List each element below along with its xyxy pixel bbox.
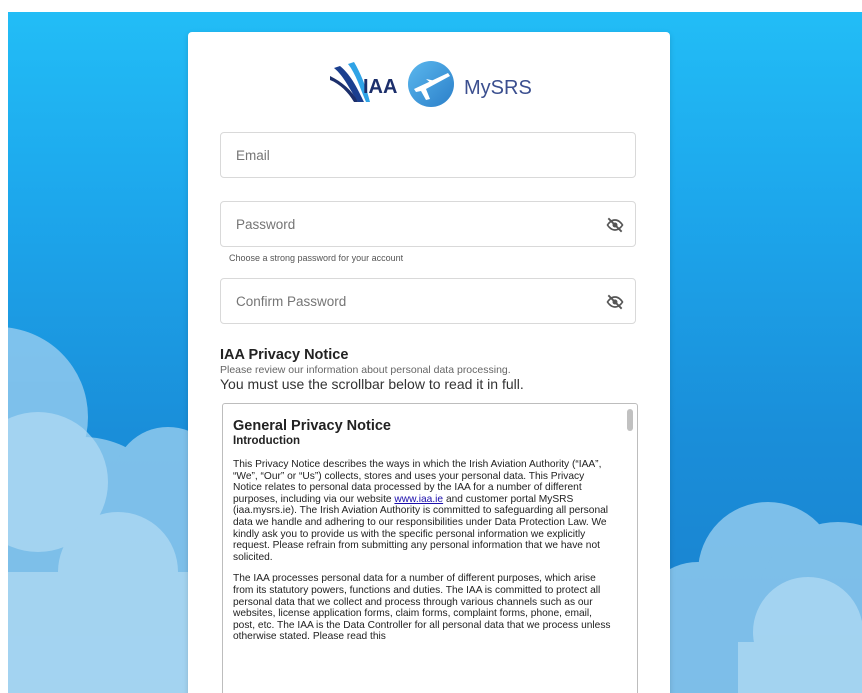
logo-row: IAA MySRS: [188, 54, 670, 114]
eye-off-icon[interactable]: [605, 292, 625, 312]
privacy-title: IAA Privacy Notice: [220, 347, 349, 363]
privacy-notice-scrollbox[interactable]: General Privacy Notice Introduction This…: [222, 403, 638, 693]
privacy-subtitle: Please review our information about pers…: [220, 364, 511, 376]
confirm-password-field: [220, 278, 636, 324]
page: IAA MySRS Email Choose a strong password…: [0, 0, 862, 693]
notice-paragraph: The IAA processes personal data for a nu…: [233, 573, 611, 643]
notice-paragraph: This Privacy Notice describes the ways i…: [233, 459, 615, 563]
privacy-notice-content: General Privacy Notice Introduction This…: [233, 418, 615, 653]
notice-scrollbar-thumb[interactable]: [627, 409, 633, 431]
confirm-password-input[interactable]: [221, 279, 635, 323]
password-input[interactable]: [221, 202, 635, 246]
email-field: [220, 132, 636, 178]
notice-scrollbar[interactable]: [623, 404, 637, 693]
email-input[interactable]: [221, 133, 635, 177]
privacy-scroll-instruction: You must use the scrollbar below to read…: [220, 376, 524, 392]
mysrs-wordmark: MySRS: [464, 77, 532, 99]
notice-title: General Privacy Notice: [233, 418, 391, 434]
signup-card: IAA MySRS Email Choose a strong password…: [188, 32, 670, 693]
iaa-website-link[interactable]: www.iaa.ie: [394, 494, 443, 505]
privacy-header: IAA Privacy Notice Please review our inf…: [220, 347, 640, 393]
eye-off-icon[interactable]: [605, 215, 625, 235]
password-field: [220, 201, 636, 247]
iaa-wordmark: IAA: [363, 76, 398, 98]
airplane-badge-icon: [408, 61, 454, 107]
password-hint: Choose a strong password for your accoun…: [229, 253, 404, 263]
notice-subtitle: Introduction: [233, 435, 301, 447]
